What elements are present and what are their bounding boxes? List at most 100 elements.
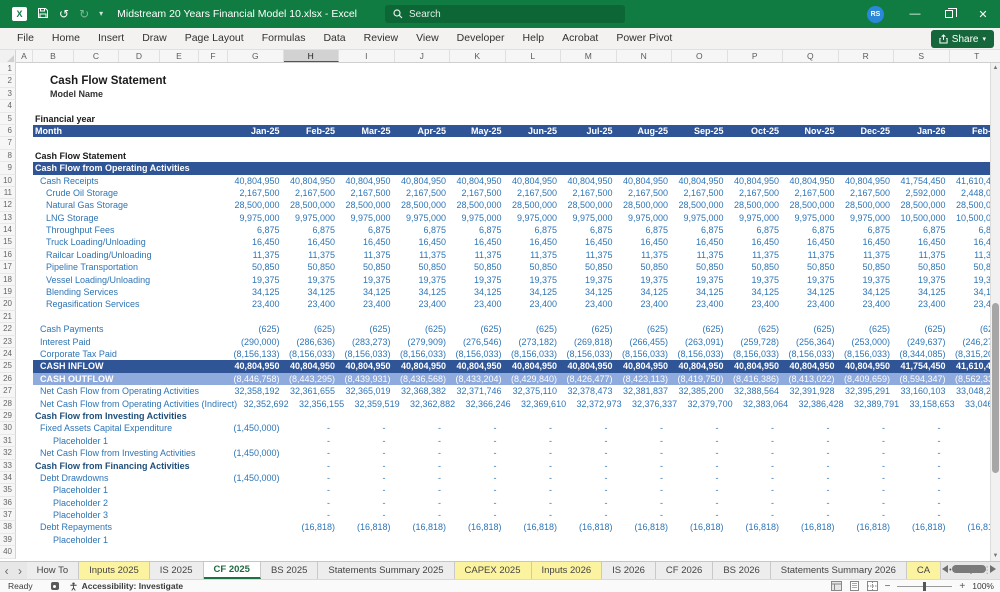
row-number[interactable]: 13 <box>0 211 16 225</box>
cell-value[interactable]: 16,450 <box>728 236 784 248</box>
sheet-tab-is-2026[interactable]: IS 2026 <box>602 562 656 579</box>
cell-value[interactable]: (8,156,033) <box>672 348 728 360</box>
cell-colA[interactable] <box>16 88 33 100</box>
cell-value[interactable]: 40,804,950 <box>395 175 451 187</box>
ribbon-tab-acrobat[interactable]: Acrobat <box>553 28 607 49</box>
cell-value[interactable]: 23,400 <box>672 298 728 310</box>
search-input[interactable]: Search <box>385 5 625 23</box>
prev-sheet-button[interactable]: ‹ <box>0 562 13 579</box>
cell-value[interactable]: (8,156,033) <box>728 348 784 360</box>
cell-value[interactable]: 40,804,950 <box>561 175 617 187</box>
cell-colA[interactable] <box>16 398 33 410</box>
close-button[interactable]: ✕ <box>966 0 1000 28</box>
cell-value[interactable]: 16,450 <box>839 236 895 248</box>
row-number[interactable]: 14 <box>0 224 16 237</box>
row-number[interactable]: 16 <box>0 248 16 262</box>
page-layout-view-icon[interactable] <box>849 581 860 591</box>
cell-value[interactable]: 32,368,382 <box>395 385 451 397</box>
cell-value[interactable]: 19,375 <box>617 274 673 286</box>
cell-value[interactable]: Mar-25 <box>339 125 395 137</box>
account-avatar[interactable]: RS <box>867 5 884 23</box>
cell-value[interactable]: - <box>561 484 617 496</box>
cell-value[interactable]: 19,375 <box>450 274 506 286</box>
cell-value[interactable]: - <box>284 460 340 472</box>
cell-value[interactable]: (8,439,931) <box>339 373 395 385</box>
cell-colA[interactable] <box>16 373 33 385</box>
cell-value[interactable]: - <box>728 422 784 434</box>
cell-value[interactable]: (8,594,347) <box>894 373 950 385</box>
cell-value[interactable]: 16,450 <box>395 236 451 248</box>
cell-value[interactable]: (263,091) <box>672 336 728 348</box>
cell-value[interactable]: 16,450 <box>672 236 728 248</box>
cell-value[interactable]: (625) <box>894 323 950 335</box>
cell-value[interactable]: (16,818) <box>284 521 340 533</box>
cell-value[interactable]: 6,875 <box>672 224 728 236</box>
cell-value[interactable]: 40,804,950 <box>561 360 617 372</box>
cell-value[interactable]: 33,160,103 <box>894 385 950 397</box>
cell-value[interactable]: 32,369,610 <box>515 398 571 410</box>
cell-value[interactable]: 23,400 <box>894 298 950 310</box>
cell-value[interactable]: - <box>284 484 340 496</box>
cell-value[interactable]: 23,400 <box>450 298 506 310</box>
cell-value[interactable] <box>228 509 284 521</box>
cell-value[interactable]: 6,875 <box>395 224 451 236</box>
row-number[interactable]: 6 <box>0 124 16 138</box>
cell-value[interactable]: (16,818) <box>839 521 895 533</box>
cell-value[interactable]: 28,500,000 <box>617 199 673 211</box>
cell-value[interactable]: - <box>284 472 340 484</box>
cell-value[interactable]: - <box>839 509 895 521</box>
cell-value[interactable]: (625) <box>672 323 728 335</box>
cell-value[interactable]: 40,804,950 <box>617 360 673 372</box>
cell-value[interactable]: 34,125 <box>783 286 839 298</box>
cell-value[interactable]: (16,818) <box>728 521 784 533</box>
cell-value[interactable]: - <box>783 472 839 484</box>
cell-value[interactable]: (8,156,033) <box>561 348 617 360</box>
cell-value[interactable]: 41,754,450 <box>894 360 950 372</box>
macro-record-icon[interactable] <box>50 582 59 590</box>
sheet-tab-cf-2025[interactable]: CF 2025 <box>203 562 261 579</box>
cell-value[interactable]: 41,610,450 <box>950 175 990 187</box>
cell-value[interactable]: - <box>450 472 506 484</box>
cell-value[interactable]: Apr-25 <box>395 125 451 137</box>
row-label[interactable]: Placeholder 1 <box>33 534 228 546</box>
cell-value[interactable]: - <box>561 435 617 447</box>
cell-value[interactable]: (625) <box>617 323 673 335</box>
cell-value[interactable]: 34,125 <box>561 286 617 298</box>
sheet-tab-ca[interactable]: CA <box>906 562 942 579</box>
row-label[interactable]: Regasification Services <box>33 298 228 310</box>
cell-colA[interactable] <box>16 497 33 509</box>
cell-value[interactable]: 23,400 <box>783 298 839 310</box>
vertical-scrollbar[interactable]: ▲ ▼ <box>990 63 1000 561</box>
cell-value[interactable]: 50,850 <box>395 261 451 273</box>
cell-value[interactable]: - <box>339 447 395 459</box>
cell-value[interactable]: 9,975,000 <box>339 212 395 224</box>
cell-value[interactable]: - <box>339 422 395 434</box>
cell-colA[interactable] <box>16 435 33 447</box>
cell-value[interactable]: 9,975,000 <box>506 212 562 224</box>
row-number[interactable]: 3 <box>0 87 16 101</box>
cell-value[interactable]: - <box>506 509 562 521</box>
row-number[interactable]: 27 <box>0 385 16 398</box>
cell-colA[interactable] <box>16 212 33 224</box>
cell-value[interactable]: - <box>561 509 617 521</box>
cell-value[interactable]: - <box>894 497 950 509</box>
row-label[interactable] <box>33 546 228 558</box>
column-header-C[interactable]: C <box>74 50 119 62</box>
cell-value[interactable]: - <box>450 497 506 509</box>
cell-value[interactable]: 11,375 <box>894 249 950 261</box>
cell-value[interactable]: 50,850 <box>228 261 284 273</box>
cell-value[interactable]: 16,450 <box>783 236 839 248</box>
row-label[interactable]: Debt Repayments <box>33 521 228 533</box>
zoom-out-button[interactable]: − <box>885 581 891 592</box>
cell-value[interactable]: 32,391,928 <box>783 385 839 397</box>
cell-value[interactable]: - <box>395 472 451 484</box>
cell-value[interactable]: - <box>395 497 451 509</box>
cell-colA[interactable] <box>16 274 33 286</box>
cell-value[interactable]: 2,167,500 <box>672 187 728 199</box>
cell-colA[interactable] <box>16 150 33 162</box>
cell-value[interactable]: (625) <box>950 323 990 335</box>
cell-value[interactable]: (625) <box>783 323 839 335</box>
cell-value[interactable]: 2,167,500 <box>228 187 284 199</box>
cell-value[interactable]: - <box>894 472 950 484</box>
cell-value[interactable]: 11,375 <box>783 249 839 261</box>
